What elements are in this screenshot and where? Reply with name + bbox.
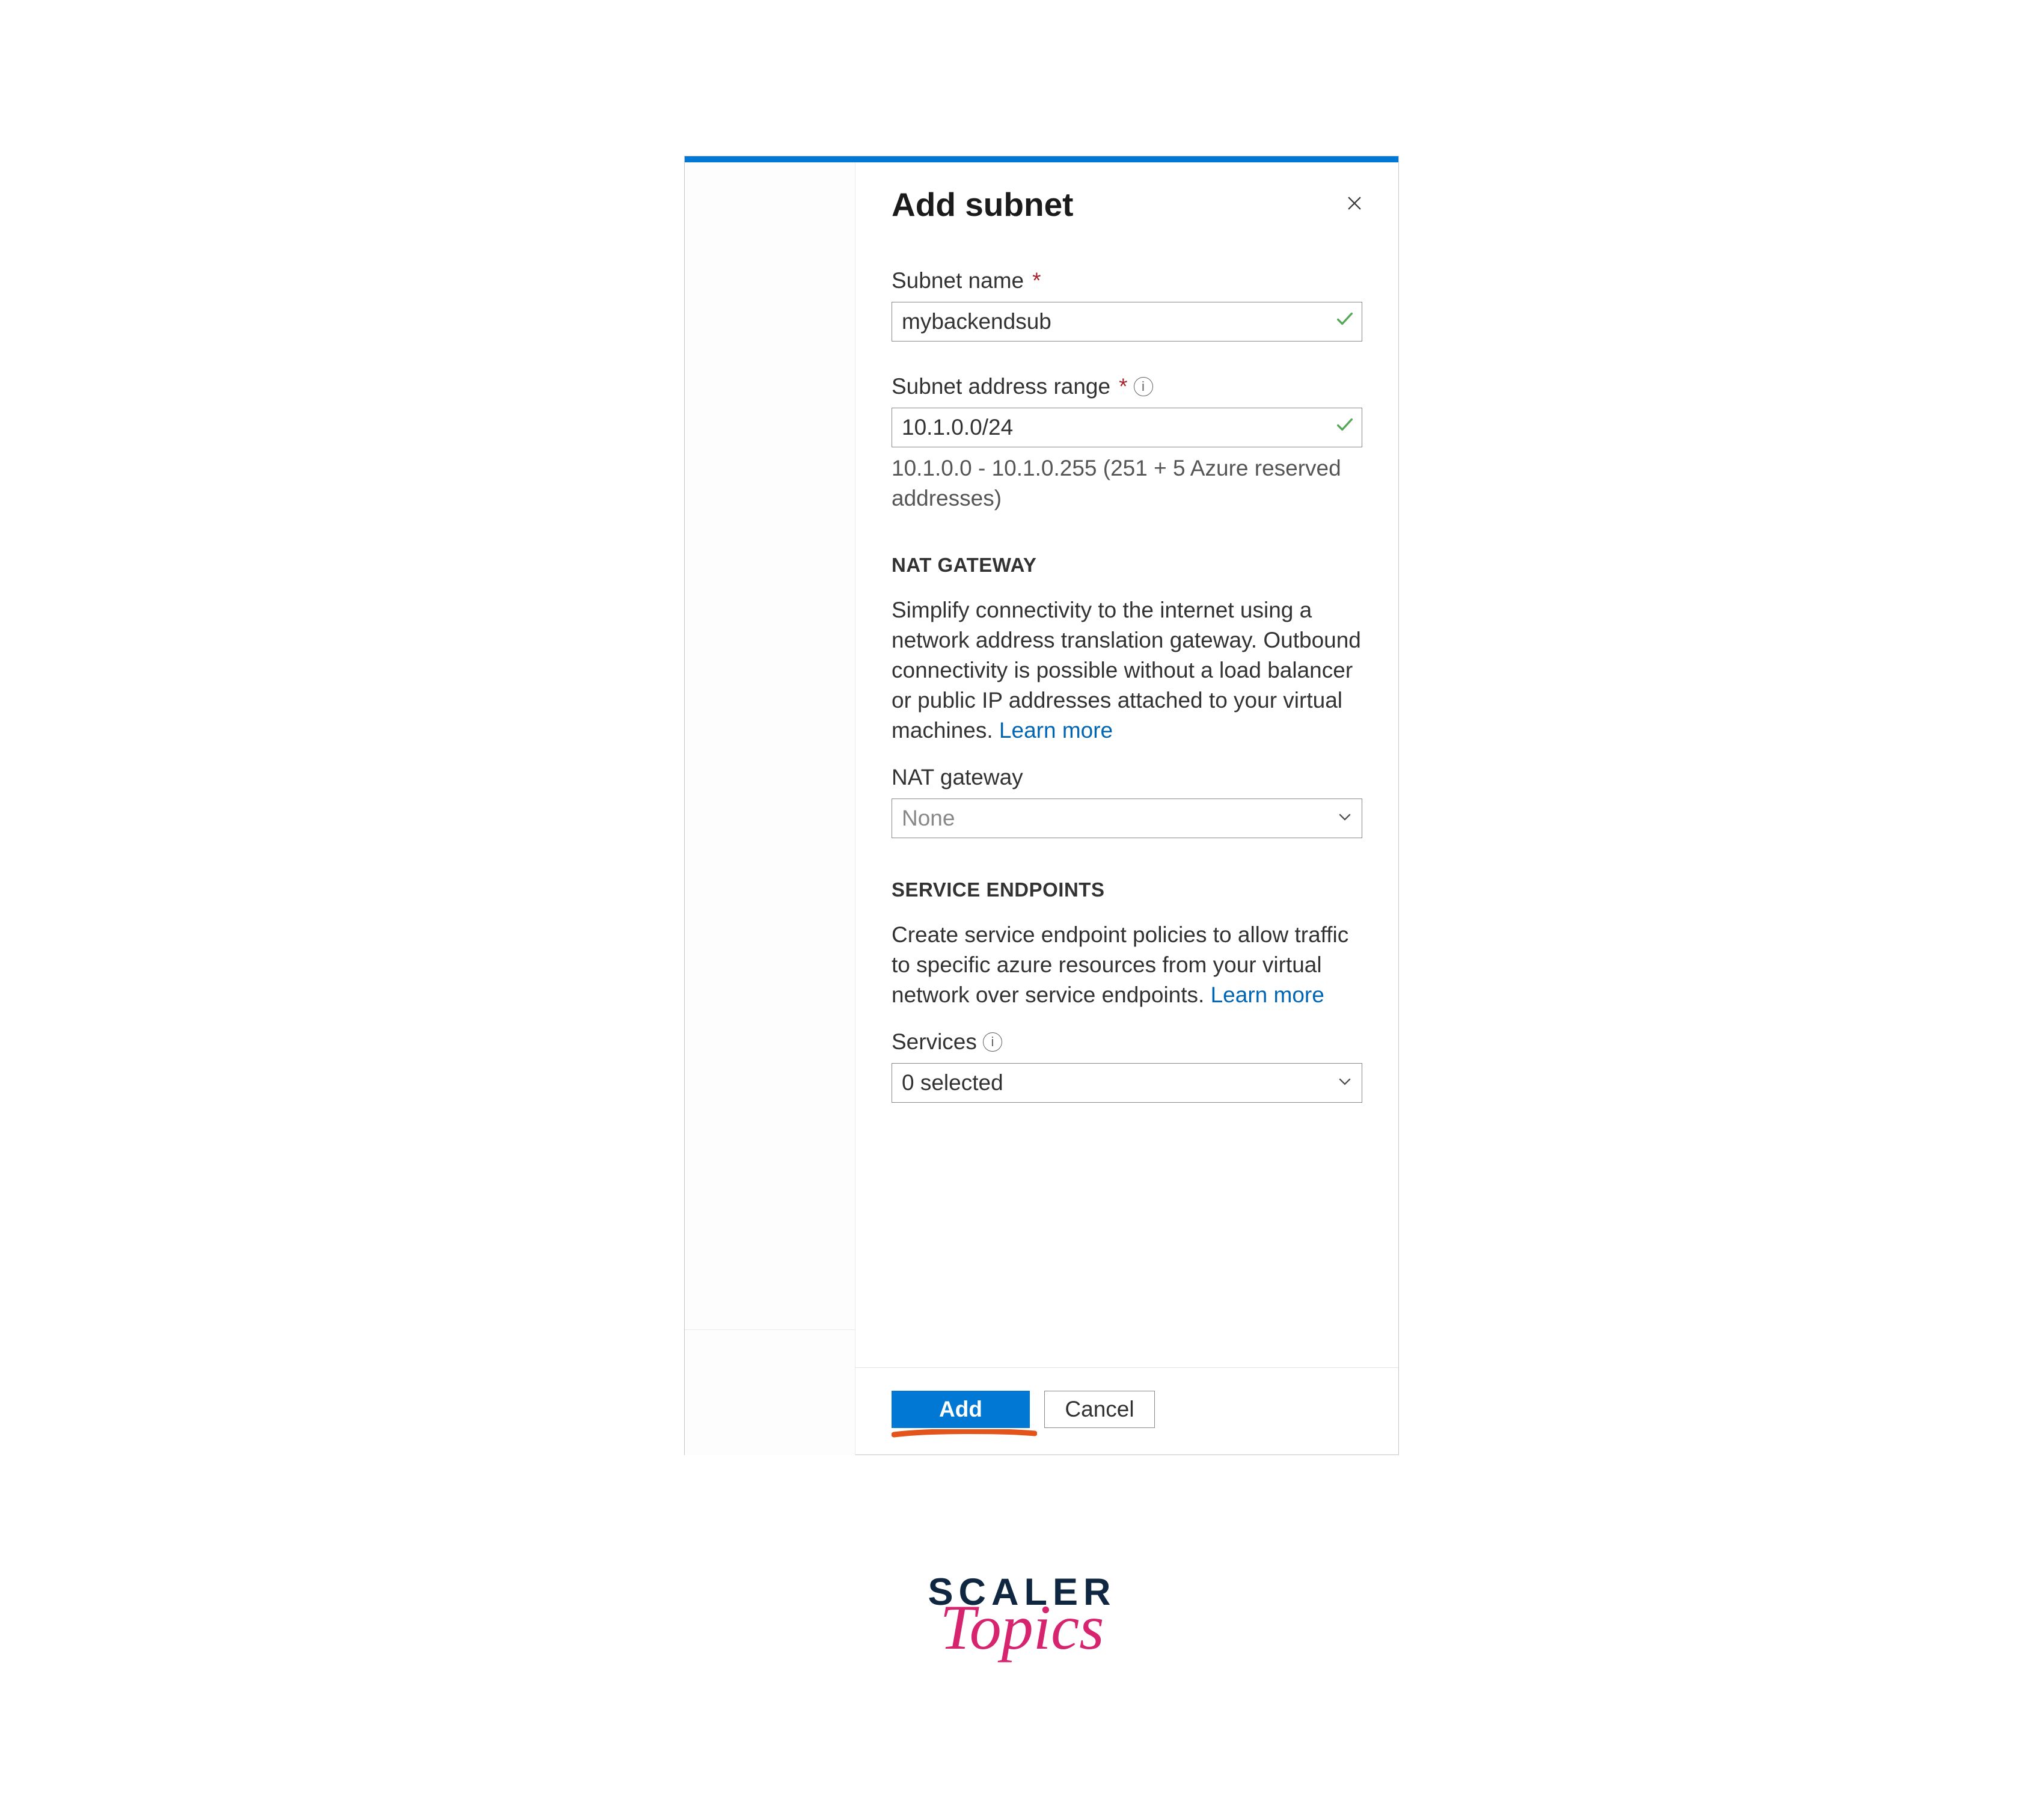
service-endpoints-description: Create service endpoint policies to allo… [892,920,1362,1010]
add-button[interactable]: Add [892,1391,1030,1428]
add-subnet-blade: Add subnet Subnet name * [855,162,1398,1454]
info-icon[interactable]: i [1134,377,1153,396]
subnet-range-input-wrap [892,408,1362,447]
left-rail-divider [685,1329,855,1330]
subnet-range-helper: 10.1.0.0 - 10.1.0.255 (251 + 5 Azure res… [892,453,1362,513]
subnet-name-input-wrap [892,302,1362,342]
service-endpoints-header: SERVICE ENDPOINTS [892,877,1362,904]
subnet-name-label: Subnet name * [892,266,1362,296]
services-value: 0 selected [902,1068,1003,1098]
subnet-range-input[interactable] [892,408,1362,447]
field-subnet-name: Subnet name * [892,266,1362,342]
nat-gateway-value: None [902,803,955,833]
nat-gateway-select-wrap: None [892,798,1362,838]
field-services: Services i 0 selected [892,1027,1362,1103]
nat-gateway-label: NAT gateway [892,762,1362,792]
close-icon [1344,193,1365,213]
scaler-topics-watermark: SCALER Topics [928,1571,1116,1664]
services-select-wrap: 0 selected [892,1063,1362,1103]
field-subnet-range: Subnet address range * i 10.1.0.0 - 10.1.… [892,372,1362,513]
highlight-underline [892,1429,1037,1438]
info-icon[interactable]: i [983,1032,1002,1052]
nat-gateway-header: NAT GATEWAY [892,552,1362,579]
blade-header: Add subnet [855,162,1398,224]
subnet-range-label-text: Subnet address range [892,372,1110,402]
cancel-button[interactable]: Cancel [1044,1391,1155,1428]
required-marker: * [1119,372,1127,402]
required-marker: * [1032,266,1041,296]
services-label: Services i [892,1027,1362,1057]
nat-gateway-description-text: Simplify connectivity to the internet us… [892,598,1361,743]
field-nat-gateway: NAT gateway None [892,762,1362,838]
service-endpoints-learn-more-link[interactable]: Learn more [1211,982,1324,1007]
subnet-name-label-text: Subnet name [892,266,1024,296]
nat-gateway-description: Simplify connectivity to the internet us… [892,595,1362,746]
dialog-panel: Add subnet Subnet name * [684,156,1399,1455]
checkmark-icon [1335,307,1355,337]
blade-body: Subnet name * Subnet address range * i [855,224,1398,1367]
blade-footer: Add Cancel [855,1367,1398,1454]
services-label-text: Services [892,1027,977,1057]
left-rail-placeholder [685,162,855,1455]
close-button[interactable] [1344,193,1365,216]
watermark-line2: Topics [928,1591,1116,1664]
subnet-name-input[interactable] [892,302,1362,342]
nat-gateway-select[interactable]: None [892,798,1362,838]
checkmark-icon [1335,412,1355,443]
subnet-range-label: Subnet address range * i [892,372,1362,402]
accent-bar [685,156,1398,162]
nat-gateway-learn-more-link[interactable]: Learn more [999,718,1113,743]
blade-title: Add subnet [892,185,1073,224]
services-select[interactable]: 0 selected [892,1063,1362,1103]
